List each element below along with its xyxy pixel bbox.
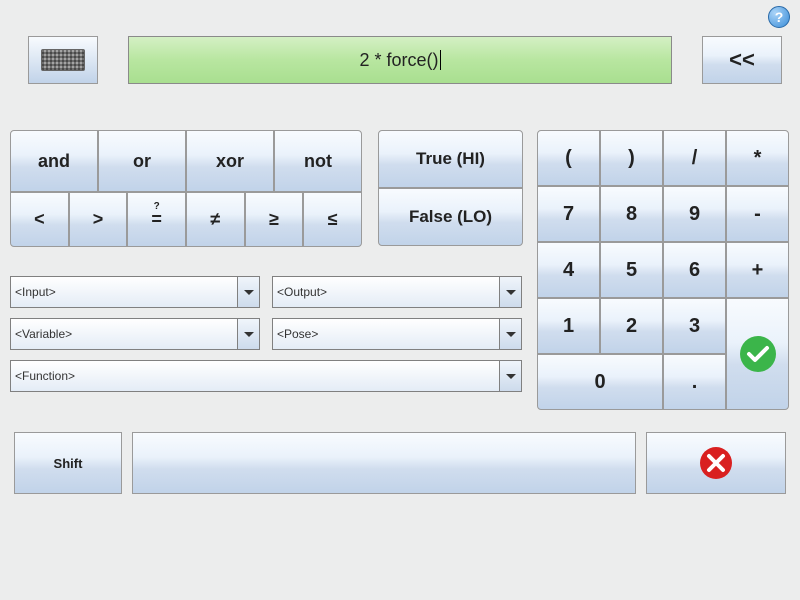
variable-dropdown-label: <Variable> <box>15 327 72 341</box>
not-button[interactable]: not <box>274 130 362 192</box>
digit-0-button[interactable]: 0 <box>537 354 663 410</box>
variable-dropdown[interactable]: <Variable> <box>10 318 260 350</box>
shift-button[interactable]: Shift <box>14 432 122 494</box>
input-dropdown-label: <Input> <box>15 285 56 299</box>
chevron-down-icon <box>499 277 521 307</box>
keyboard-button[interactable] <box>28 36 98 84</box>
input-dropdown[interactable]: <Input> <box>10 276 260 308</box>
function-dropdown-label: <Function> <box>15 369 75 383</box>
chevron-down-icon <box>499 361 521 391</box>
lparen-button[interactable]: ( <box>537 130 600 186</box>
rparen-button[interactable]: ) <box>600 130 663 186</box>
true-button[interactable]: True (HI) <box>378 130 523 188</box>
close-icon <box>698 445 734 481</box>
lte-button[interactable]: ≤ <box>303 192 362 247</box>
function-dropdown[interactable]: <Function> <box>10 360 522 392</box>
and-button[interactable]: and <box>10 130 98 192</box>
cancel-button[interactable] <box>646 432 786 494</box>
chevron-down-icon <box>237 277 259 307</box>
digit-4-button[interactable]: 4 <box>537 242 600 298</box>
output-dropdown[interactable]: <Output> <box>272 276 522 308</box>
expression-text: 2 * force() <box>359 50 438 71</box>
pose-dropdown[interactable]: <Pose> <box>272 318 522 350</box>
text-cursor <box>440 50 441 70</box>
digit-8-button[interactable]: 8 <box>600 186 663 242</box>
equals-button[interactable]: = <box>127 192 186 247</box>
digit-5-button[interactable]: 5 <box>600 242 663 298</box>
digit-2-button[interactable]: 2 <box>600 298 663 354</box>
help-icon[interactable]: ? <box>768 6 790 28</box>
plus-button[interactable]: + <box>726 242 789 298</box>
digit-9-button[interactable]: 9 <box>663 186 726 242</box>
checkmark-icon <box>738 334 778 374</box>
decimal-button[interactable]: . <box>663 354 726 410</box>
false-button[interactable]: False (LO) <box>378 188 523 246</box>
gte-button[interactable]: ≥ <box>245 192 304 247</box>
digit-6-button[interactable]: 6 <box>663 242 726 298</box>
keyboard-icon <box>41 49 85 71</box>
backspace-button[interactable]: << <box>702 36 782 84</box>
output-dropdown-label: <Output> <box>277 285 327 299</box>
minus-button[interactable]: - <box>726 186 789 242</box>
multiply-button[interactable]: * <box>726 130 789 186</box>
pose-dropdown-label: <Pose> <box>277 327 318 341</box>
greater-than-button[interactable]: > <box>69 192 128 247</box>
digit-1-button[interactable]: 1 <box>537 298 600 354</box>
chevron-down-icon <box>499 319 521 349</box>
not-equals-button[interactable]: ≠ <box>186 192 245 247</box>
confirm-button[interactable] <box>726 298 789 410</box>
xor-button[interactable]: xor <box>186 130 274 192</box>
spacebar-button[interactable] <box>132 432 636 494</box>
expression-input[interactable]: 2 * force() <box>128 36 672 84</box>
digit-3-button[interactable]: 3 <box>663 298 726 354</box>
divide-button[interactable]: / <box>663 130 726 186</box>
less-than-button[interactable]: < <box>10 192 69 247</box>
chevron-down-icon <box>237 319 259 349</box>
digit-7-button[interactable]: 7 <box>537 186 600 242</box>
or-button[interactable]: or <box>98 130 186 192</box>
